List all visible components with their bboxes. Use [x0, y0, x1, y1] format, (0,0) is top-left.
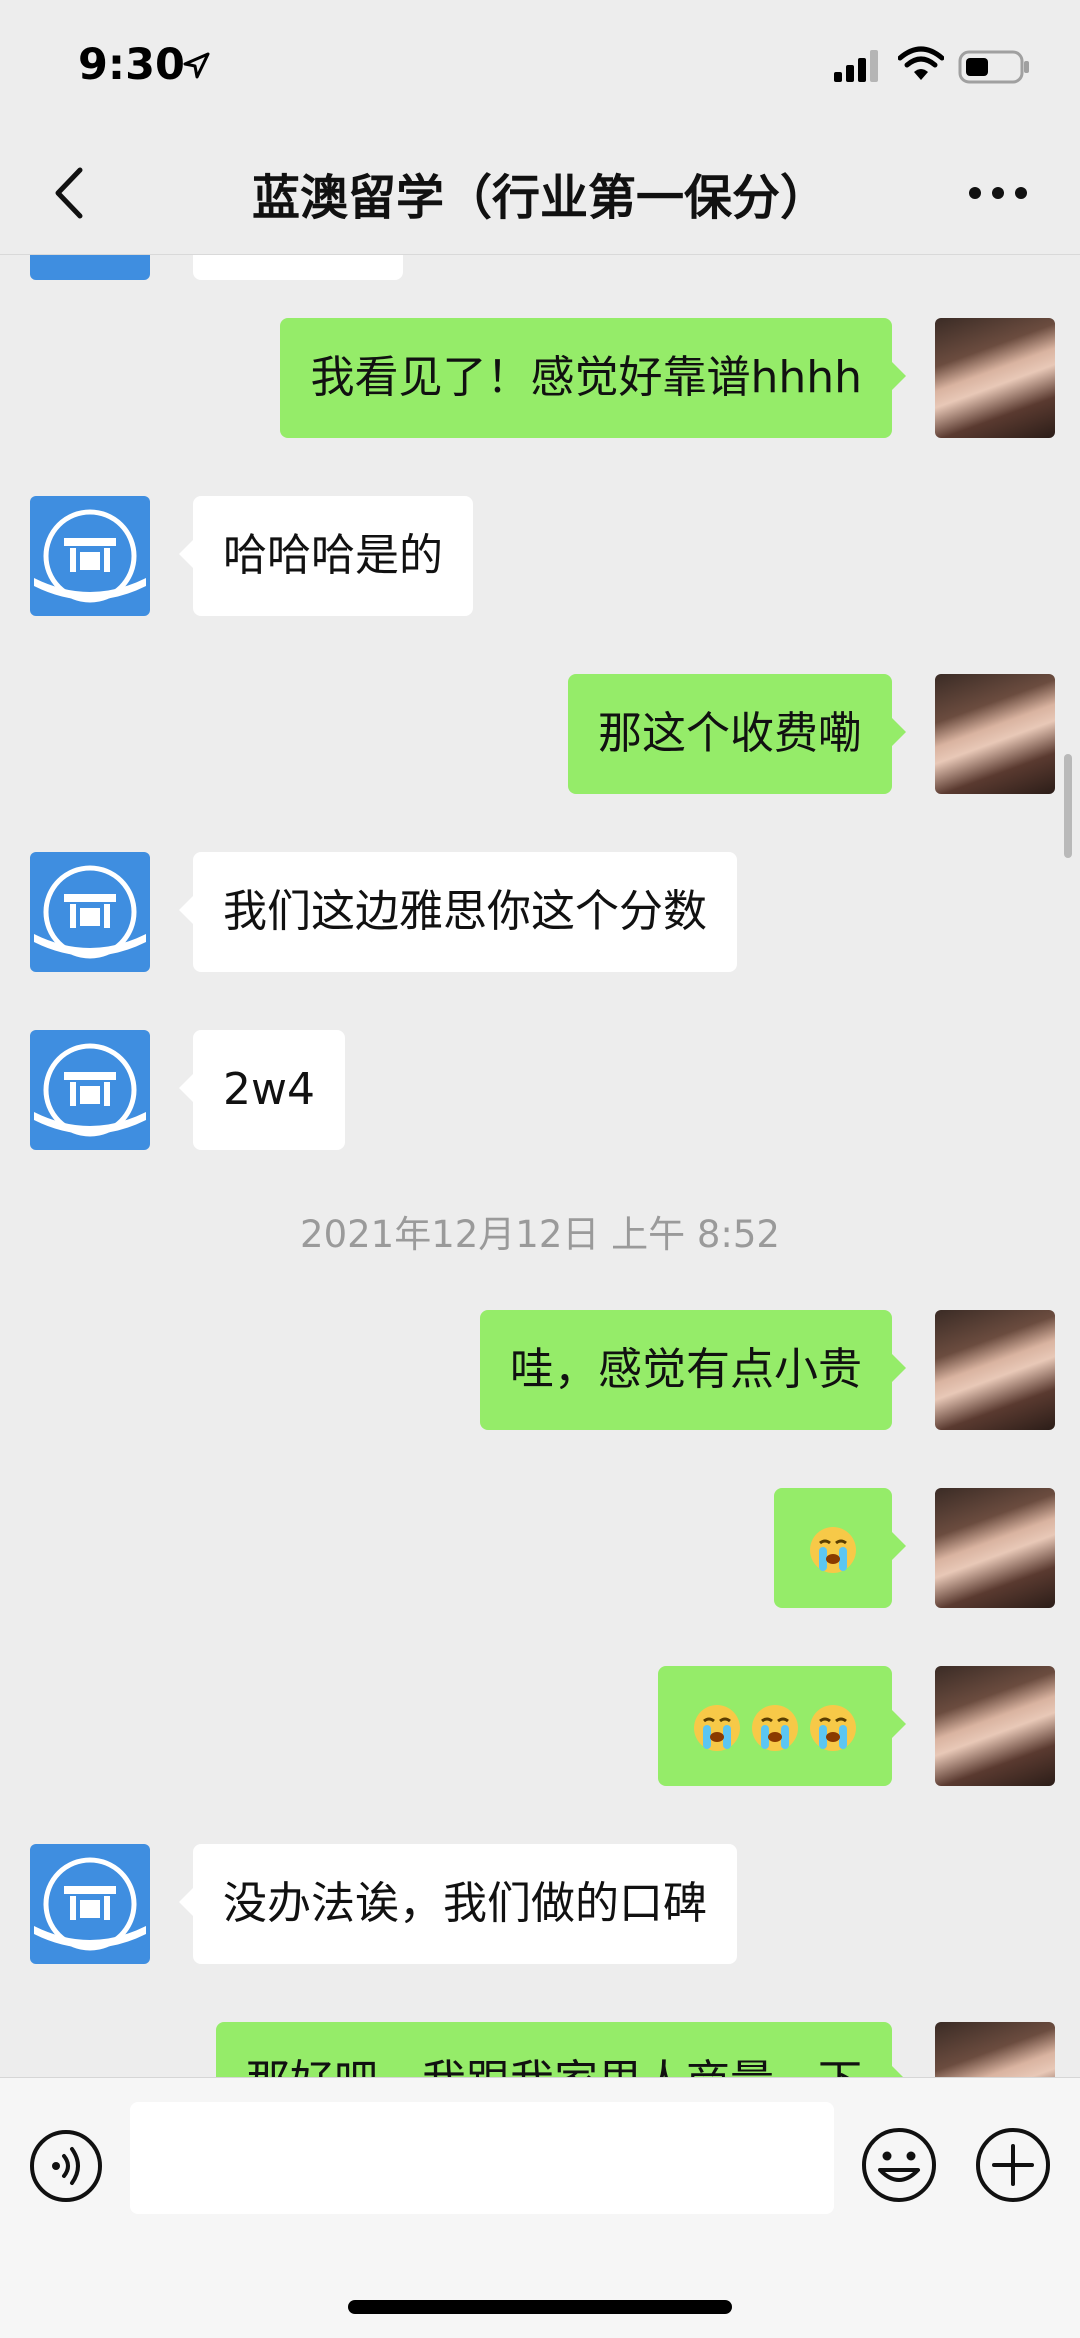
brand-logo-icon — [34, 509, 146, 603]
avatar-self[interactable] — [935, 674, 1055, 794]
message-bubble-outgoing[interactable]: 哇，感觉有点小贵 — [480, 1310, 906, 1430]
scrollbar[interactable] — [1064, 754, 1072, 858]
message-bubble-outgoing[interactable] — [774, 1488, 906, 1608]
message-text: 哇，感觉有点小贵 — [510, 1344, 862, 1395]
message-text: 我们这边雅思你这个分数 — [223, 886, 707, 937]
cellular-signal-icon — [834, 50, 878, 82]
plus-icon[interactable] — [974, 2126, 1052, 2204]
message-input[interactable] — [130, 2102, 834, 2214]
emoji-icon[interactable] — [860, 2126, 938, 2204]
brand-logo-icon — [34, 865, 146, 959]
message-bubble-outgoing[interactable]: 我看见了！感觉好靠谱hhhh — [280, 318, 906, 438]
message-text: 2w4 — [223, 1064, 315, 1115]
avatar-contact[interactable] — [30, 496, 150, 616]
avatar-self[interactable] — [935, 1488, 1055, 1608]
message-bubble-incoming[interactable]: 我们这边雅思你这个分数 — [179, 852, 737, 972]
message-text: 那好吧，我跟我家里人商量一下 — [246, 2056, 862, 2077]
avatar-contact[interactable] — [30, 1030, 150, 1150]
message-text: 哈哈哈是的 — [223, 530, 443, 581]
avatar-self[interactable] — [935, 2022, 1055, 2077]
chat-header: 蓝澳留学（行业第一保分） — [0, 130, 1080, 255]
avatar-contact[interactable] — [30, 852, 150, 972]
crying-emoji-icon — [752, 1705, 798, 1751]
message-list[interactable]: 我看见了！感觉好靠谱hhhh 哈哈哈是的 那这个收费嘞 我们这边雅思你这个分数 … — [0, 254, 1080, 2077]
avatar-self[interactable] — [935, 1666, 1055, 1786]
avatar[interactable] — [30, 254, 150, 280]
message-bubble-outgoing[interactable] — [658, 1666, 906, 1786]
wifi-icon — [898, 46, 944, 80]
home-indicator[interactable] — [348, 2300, 732, 2314]
timestamp-label: 2021年12月12日 上午 8:52 — [300, 1213, 780, 1256]
avatar-self[interactable] — [935, 1310, 1055, 1430]
message-text: 我看见了！感觉好靠谱hhhh — [310, 352, 862, 403]
brand-logo-icon — [34, 1043, 146, 1137]
location-arrow-icon — [183, 52, 210, 79]
message-text: 没办法诶，我们做的口碑 — [223, 1878, 707, 1929]
crying-emoji-icon — [694, 1705, 740, 1751]
message-text: 那这个收费嘞 — [598, 708, 862, 759]
status-bar: 9:30 — [0, 0, 1080, 130]
chat-title: 蓝澳留学（行业第一保分） — [251, 170, 828, 226]
message-bubble-incoming[interactable]: 哈哈哈是的 — [179, 496, 473, 616]
voice-icon[interactable] — [28, 2128, 104, 2204]
message-bubble-partial[interactable] — [193, 254, 403, 280]
crying-emoji-icon — [810, 1705, 856, 1751]
input-bar — [0, 2077, 1080, 2338]
avatar-contact[interactable] — [30, 1844, 150, 1964]
battery-icon — [958, 50, 1029, 84]
message-bubble-outgoing[interactable]: 那这个收费嘞 — [568, 674, 906, 794]
message-bubble-incoming[interactable]: 没办法诶，我们做的口碑 — [179, 1844, 737, 1964]
avatar-self[interactable] — [935, 318, 1055, 438]
crying-emoji-icon — [810, 1527, 856, 1573]
message-bubble-incoming[interactable]: 2w4 — [179, 1030, 345, 1150]
more-dots-icon[interactable] — [968, 186, 1028, 200]
brand-logo-icon — [34, 1857, 146, 1951]
message-bubble-outgoing[interactable]: 那好吧，我跟我家里人商量一下 — [216, 2022, 906, 2077]
status-time: 9:30 — [78, 40, 185, 90]
